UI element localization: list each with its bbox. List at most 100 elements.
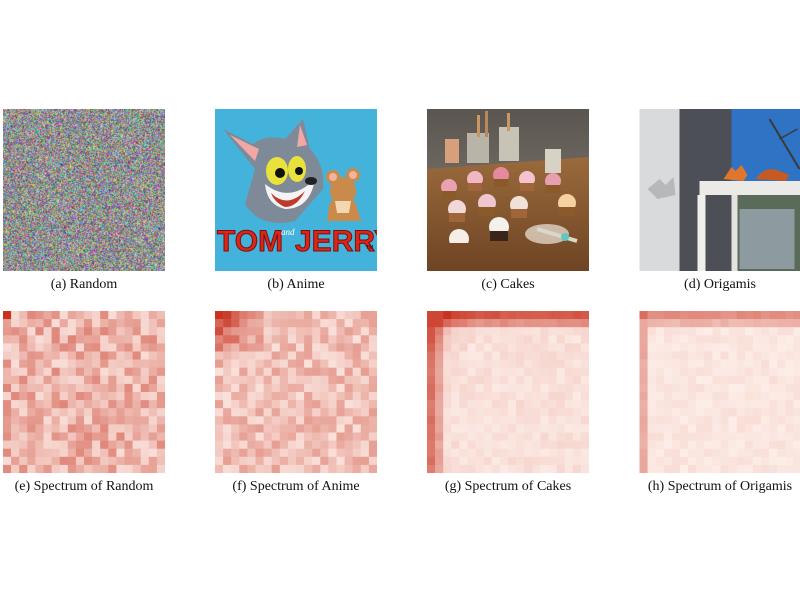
heatmap-cell bbox=[720, 424, 729, 433]
heatmap-cell bbox=[499, 343, 509, 352]
heatmap-cell bbox=[51, 448, 60, 458]
noise-canvas bbox=[3, 109, 165, 271]
heatmap-cell bbox=[11, 343, 20, 352]
heatmap-cell bbox=[247, 448, 256, 458]
heatmap-cell bbox=[548, 440, 557, 449]
heatmap-cell bbox=[279, 408, 289, 417]
heatmap-cell bbox=[247, 375, 256, 385]
heatmap-cell bbox=[532, 400, 541, 409]
spectrum-origamis-heatmap bbox=[639, 311, 800, 473]
heatmap-cell bbox=[427, 464, 436, 473]
heatmap-cell bbox=[239, 400, 248, 409]
heatmap-cell bbox=[271, 367, 281, 377]
heatmap-cell bbox=[35, 432, 44, 441]
heatmap-cell bbox=[785, 400, 794, 409]
heatmap-cell bbox=[279, 383, 289, 393]
heatmap-cell bbox=[769, 424, 778, 433]
heatmap-cell bbox=[279, 432, 289, 441]
heatmap-cell bbox=[279, 311, 289, 320]
heatmap-cell bbox=[556, 392, 565, 401]
heatmap-cell bbox=[223, 359, 232, 368]
heatmap-cell bbox=[540, 327, 549, 336]
heatmap-cell bbox=[435, 424, 444, 433]
heatmap-cell bbox=[491, 351, 501, 360]
heatmap-cell bbox=[223, 311, 232, 320]
heatmap-cell bbox=[548, 400, 557, 409]
heatmap-cell bbox=[761, 327, 770, 336]
heatmap-cell bbox=[728, 400, 737, 409]
heatmap-cell bbox=[435, 327, 444, 336]
heatmap-cell bbox=[769, 351, 778, 360]
heatmap-cell bbox=[140, 456, 150, 466]
heatmap-cell bbox=[239, 319, 248, 328]
heatmap-cell bbox=[43, 343, 52, 352]
heatmap-cell bbox=[524, 432, 533, 441]
heatmap-cell bbox=[655, 367, 665, 377]
heatmap-cell bbox=[491, 408, 501, 417]
heatmap-cell bbox=[75, 335, 85, 344]
heatmap-cell bbox=[508, 311, 517, 320]
heatmap-cell bbox=[704, 351, 713, 360]
heatmap-cell bbox=[524, 408, 533, 417]
heatmap-cell bbox=[140, 424, 150, 433]
heatmap-cell bbox=[671, 367, 681, 377]
heatmap-cell bbox=[100, 464, 109, 473]
heatmap-cell bbox=[459, 367, 468, 377]
heatmap-cell bbox=[124, 375, 133, 385]
heatmap-cell bbox=[777, 408, 786, 417]
heatmap-cell bbox=[67, 392, 77, 401]
heatmap-cell bbox=[287, 416, 297, 425]
heatmap-cell bbox=[491, 424, 501, 433]
heatmap-cell bbox=[572, 400, 582, 409]
heatmap-cell bbox=[116, 448, 125, 458]
heatmap-cell bbox=[499, 359, 509, 368]
heatmap-cell bbox=[761, 375, 770, 385]
heatmap-cell bbox=[140, 400, 150, 409]
heatmap-cell bbox=[116, 440, 125, 449]
heatmap-cell bbox=[532, 335, 541, 344]
heatmap-cell bbox=[287, 335, 297, 344]
heatmap-cell bbox=[51, 335, 60, 344]
heatmap-cell bbox=[27, 440, 36, 449]
heatmap-cell bbox=[320, 311, 329, 320]
heatmap-cell bbox=[793, 351, 800, 360]
heatmap-cell bbox=[304, 424, 313, 433]
heatmap-cell bbox=[427, 351, 436, 360]
heatmap-cell bbox=[516, 440, 525, 449]
heatmap-cell bbox=[223, 335, 232, 344]
heatmap-cell bbox=[736, 464, 746, 473]
heatmap-cell bbox=[532, 383, 541, 393]
heatmap-cell bbox=[524, 424, 533, 433]
heatmap-cell bbox=[548, 392, 557, 401]
heatmap-cell bbox=[132, 359, 141, 368]
heatmap-cell bbox=[51, 383, 60, 393]
heatmap-cell bbox=[360, 335, 370, 344]
heatmap-cell bbox=[3, 432, 12, 441]
heatmap-cell bbox=[443, 464, 452, 473]
heatmap-cell bbox=[11, 416, 20, 425]
heatmap-cell bbox=[328, 367, 337, 377]
heatmap-cell bbox=[344, 311, 353, 320]
heatmap-cell bbox=[35, 359, 44, 368]
heatmap-cell bbox=[712, 327, 721, 336]
heatmap-cell bbox=[3, 392, 12, 401]
heatmap-cell bbox=[580, 359, 589, 368]
heatmap-cell bbox=[736, 408, 746, 417]
heatmap-cell bbox=[287, 448, 297, 458]
heatmap-cell bbox=[491, 416, 501, 425]
heatmap-cell bbox=[540, 311, 549, 320]
heatmap-cell bbox=[516, 408, 525, 417]
heatmap-cell bbox=[148, 343, 158, 352]
heatmap-cell bbox=[752, 319, 762, 328]
heatmap-cell bbox=[59, 343, 69, 352]
heatmap-cell bbox=[769, 367, 778, 377]
heatmap-cell bbox=[279, 343, 289, 352]
heatmap-cell bbox=[443, 432, 452, 441]
heatmap-cell bbox=[647, 432, 656, 441]
heatmap-cell bbox=[360, 392, 370, 401]
heatmap-cell bbox=[761, 440, 770, 449]
heatmap-cell bbox=[785, 408, 794, 417]
heatmap-cell bbox=[352, 319, 362, 328]
heatmap-cell bbox=[663, 408, 673, 417]
heatmap-cell bbox=[19, 392, 28, 401]
